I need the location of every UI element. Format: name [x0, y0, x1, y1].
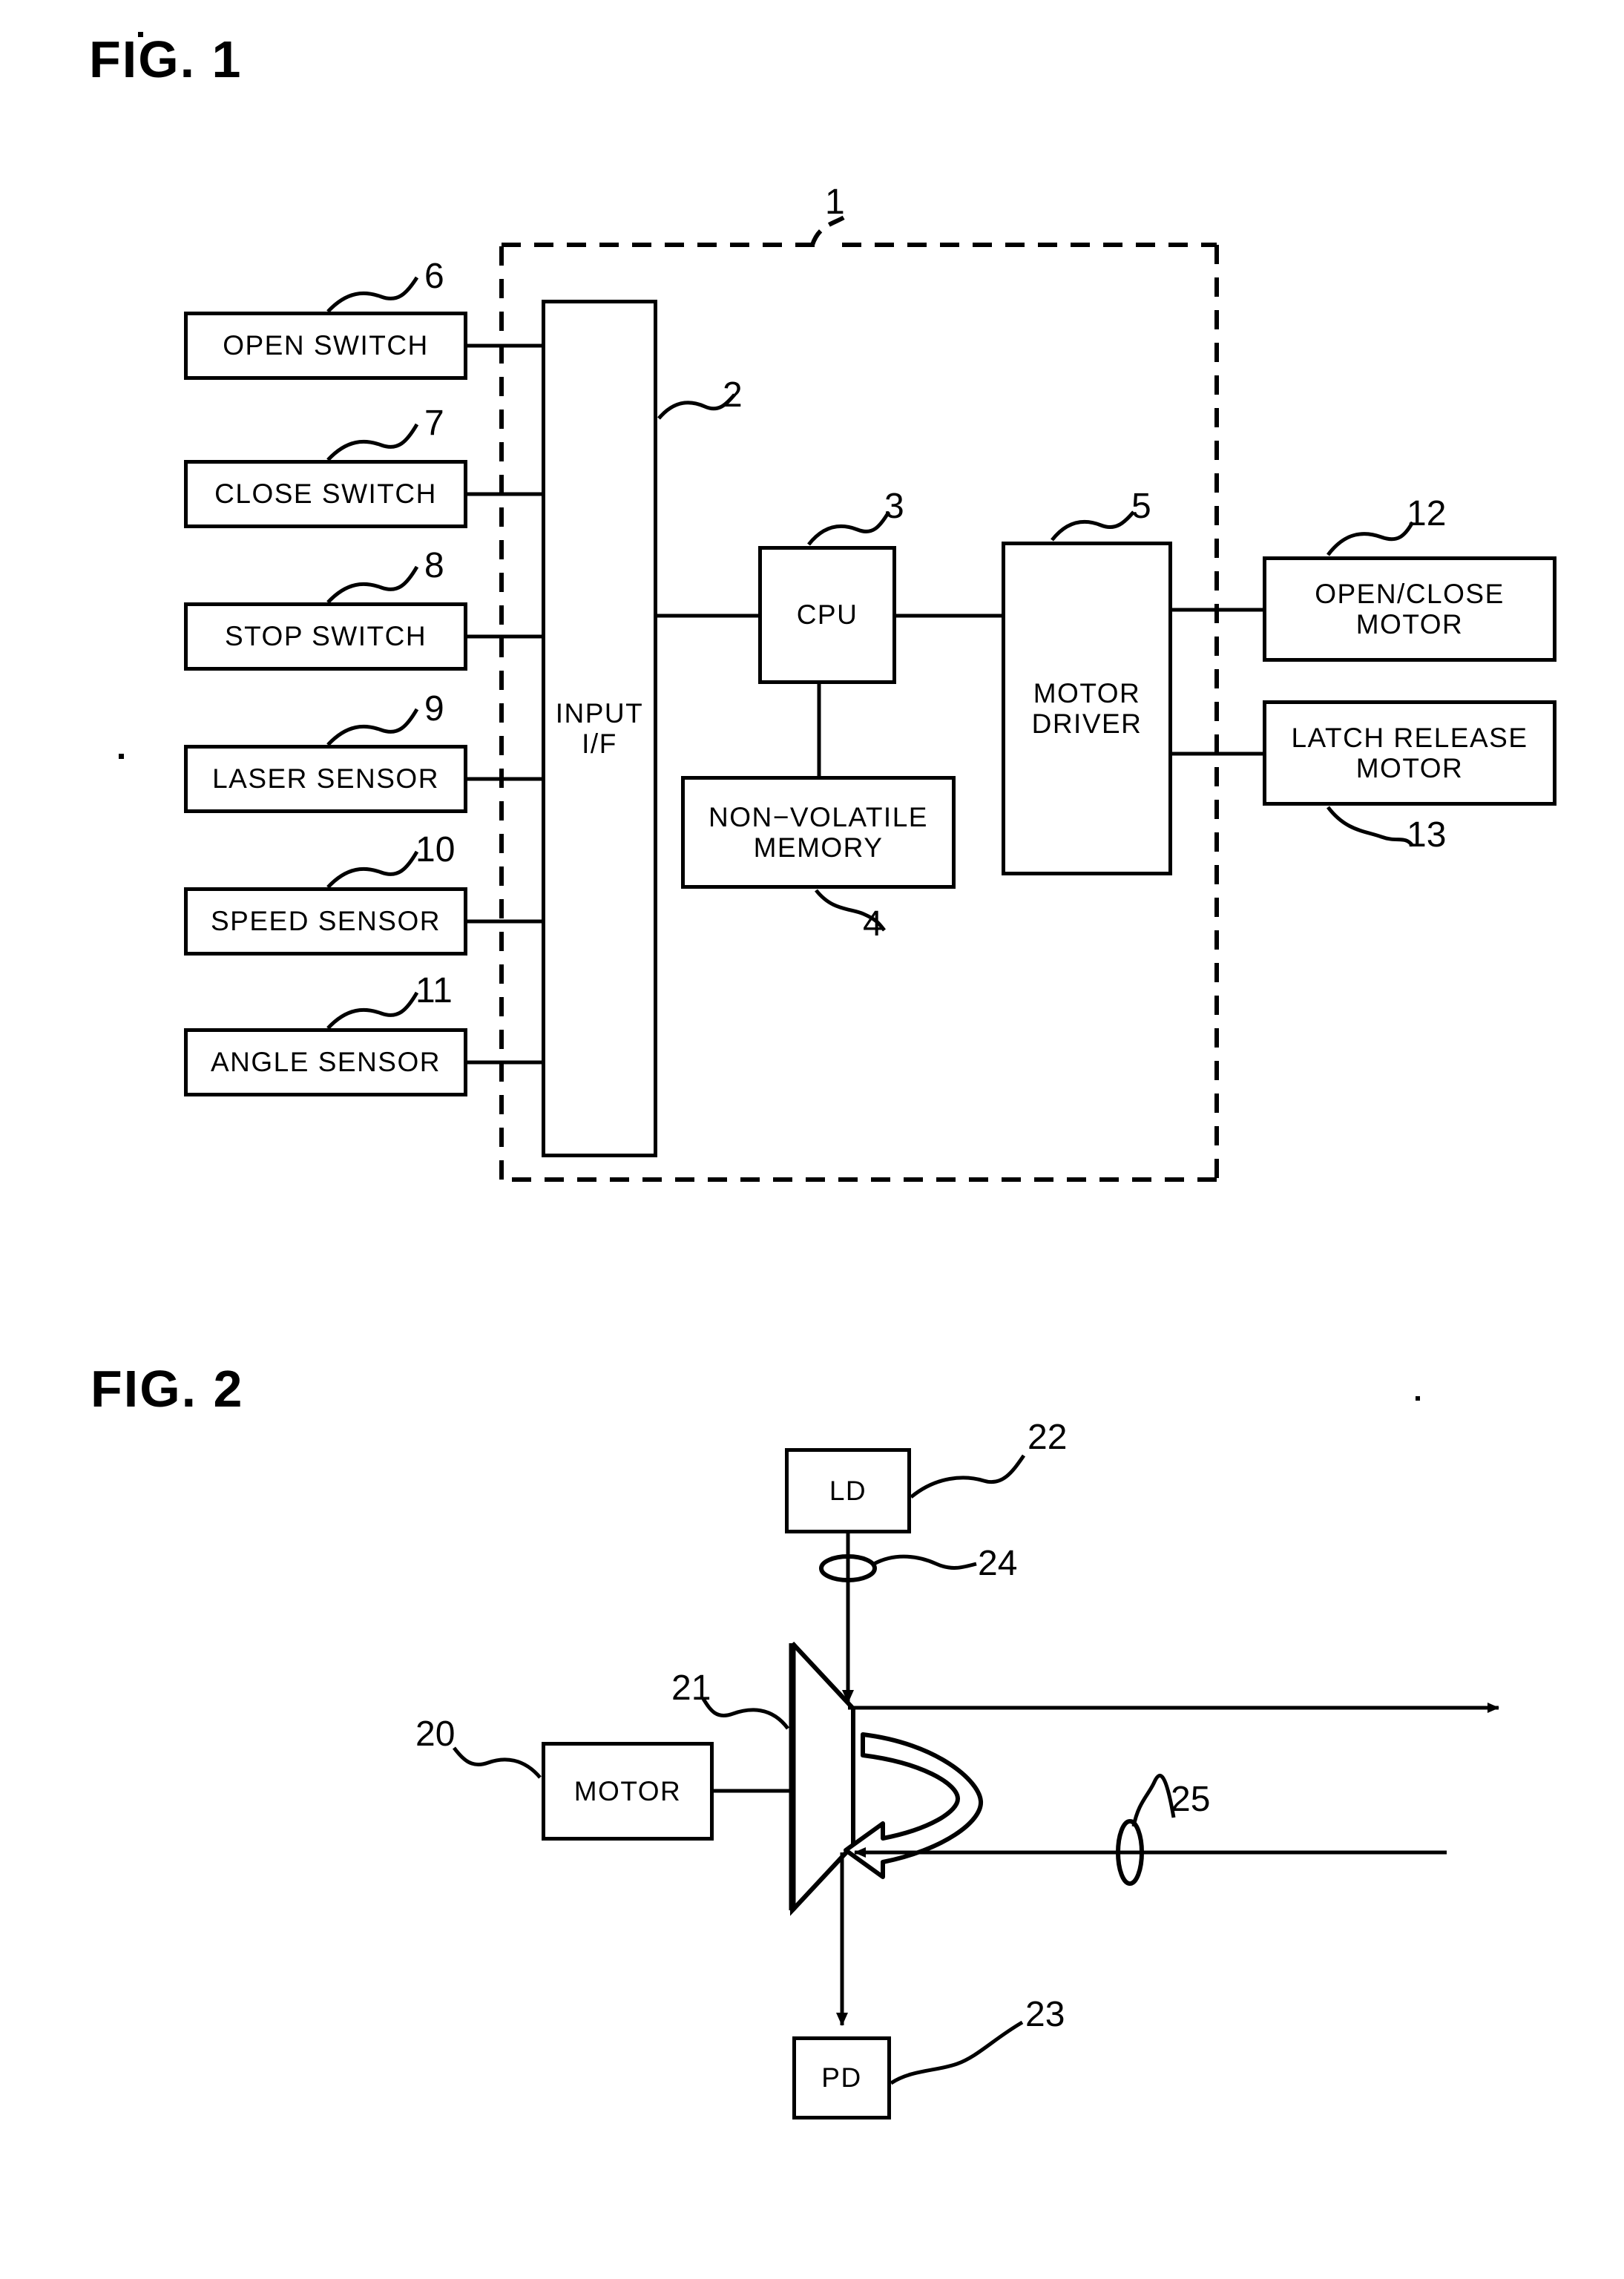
sensor-connection-lines	[467, 343, 542, 1065]
block-angle-sensor-label: ANGLE SENSOR	[211, 1047, 441, 1078]
block-ld-label: LD	[829, 1475, 867, 1506]
ref-numeral-21: 21	[671, 1668, 711, 1708]
ref-numeral-5: 5	[1131, 487, 1151, 526]
scan-speck	[1416, 1396, 1420, 1401]
ref-numeral-20: 20	[415, 1714, 456, 1754]
block-motor-driver-label-line1: MOTOR	[1033, 677, 1141, 708]
ref-numeral-23: 23	[1025, 1995, 1065, 2034]
block-cpu-label: CPU	[796, 599, 858, 631]
ref-numeral-7: 7	[424, 404, 444, 443]
block-close-switch: CLOSE SWITCH	[184, 460, 467, 528]
block-cpu: CPU	[758, 546, 896, 684]
block-laser-sensor: LASER SENSOR	[184, 745, 467, 813]
block-motor-fig2-label: MOTOR	[573, 1775, 682, 1806]
block-open-close-motor: OPEN/CLOSE MOTOR	[1263, 556, 1556, 662]
collimator-lens-24	[819, 1554, 877, 1582]
block-non-volatile-memory-label-line2: MEMORY	[753, 832, 884, 863]
block-latch-release-motor-label-line1: LATCH RELEASE	[1291, 722, 1528, 753]
ref-numeral-11: 11	[415, 971, 453, 1010]
ref-numeral-3: 3	[884, 487, 904, 526]
ref-numeral-13: 13	[1407, 815, 1447, 855]
block-angle-sensor: ANGLE SENSOR	[184, 1028, 467, 1096]
block-open-switch: OPEN SWITCH	[184, 312, 467, 380]
block-speed-sensor: SPEED SENSOR	[184, 887, 467, 956]
block-speed-sensor-label: SPEED SENSOR	[211, 906, 441, 937]
block-non-volatile-memory: NON−VOLATILE MEMORY	[681, 776, 956, 889]
block-motor-driver: MOTOR DRIVER	[1002, 542, 1172, 875]
ref-numeral-22: 22	[1028, 1418, 1068, 1457]
figure-1-title: FIG. 1	[89, 30, 243, 88]
polygon-mirror-bottom-facet	[790, 1843, 855, 1913]
patent-drawing-sheet: FIG. 1 OPEN SWITCH CLOSE SWITCH STOP SWI…	[0, 0, 1624, 2279]
polygon-mirror-body	[790, 1641, 855, 1916]
block-input-if: INPUT I/F	[542, 300, 657, 1157]
ref-numeral-8: 8	[424, 546, 444, 585]
figure-2-title: FIG. 2	[91, 1360, 244, 1418]
polygon-mirror-top-facet	[790, 1641, 855, 1711]
block-input-if-label-line1: INPUT	[555, 697, 644, 729]
block-stop-switch: STOP SWITCH	[184, 602, 467, 671]
block-motor-fig2: MOTOR	[542, 1742, 714, 1841]
ref-numeral-12: 12	[1407, 494, 1447, 533]
block-open-close-motor-label-line2: MOTOR	[1355, 609, 1464, 639]
block-latch-release-motor-label-line2: MOTOR	[1355, 753, 1464, 783]
block-open-close-motor-label-line1: OPEN/CLOSE	[1315, 578, 1505, 609]
ref-numeral-4: 4	[863, 904, 883, 944]
ref-numeral-9: 9	[424, 689, 444, 729]
block-latch-release-motor: LATCH RELEASE MOTOR	[1263, 700, 1556, 806]
ref-numeral-10: 10	[415, 830, 456, 869]
block-laser-sensor-label: LASER SENSOR	[212, 763, 439, 795]
block-motor-driver-label-line2: DRIVER	[1031, 708, 1143, 739]
ref-numeral-6: 6	[424, 257, 444, 296]
ref-numeral-25: 25	[1171, 1780, 1211, 1819]
ref-numeral-2: 2	[723, 375, 743, 415]
block-non-volatile-memory-label-line1: NON−VOLATILE	[709, 801, 928, 832]
block-open-switch-label: OPEN SWITCH	[223, 330, 429, 361]
block-ld: LD	[785, 1448, 911, 1533]
ref-numeral-24: 24	[978, 1544, 1018, 1583]
block-stop-switch-label: STOP SWITCH	[224, 621, 427, 652]
ref-numeral-1: 1	[825, 182, 845, 222]
scan-speck	[119, 754, 124, 759]
block-pd: PD	[792, 2036, 891, 2119]
block-input-if-label-line2: I/F	[582, 729, 617, 759]
block-pd-label: PD	[821, 2062, 862, 2094]
receiver-lens-25	[1116, 1819, 1144, 1886]
rotation-direction-arrow	[844, 1732, 983, 1879]
block-close-switch-label: CLOSE SWITCH	[214, 479, 437, 510]
scan-speck	[138, 32, 143, 37]
